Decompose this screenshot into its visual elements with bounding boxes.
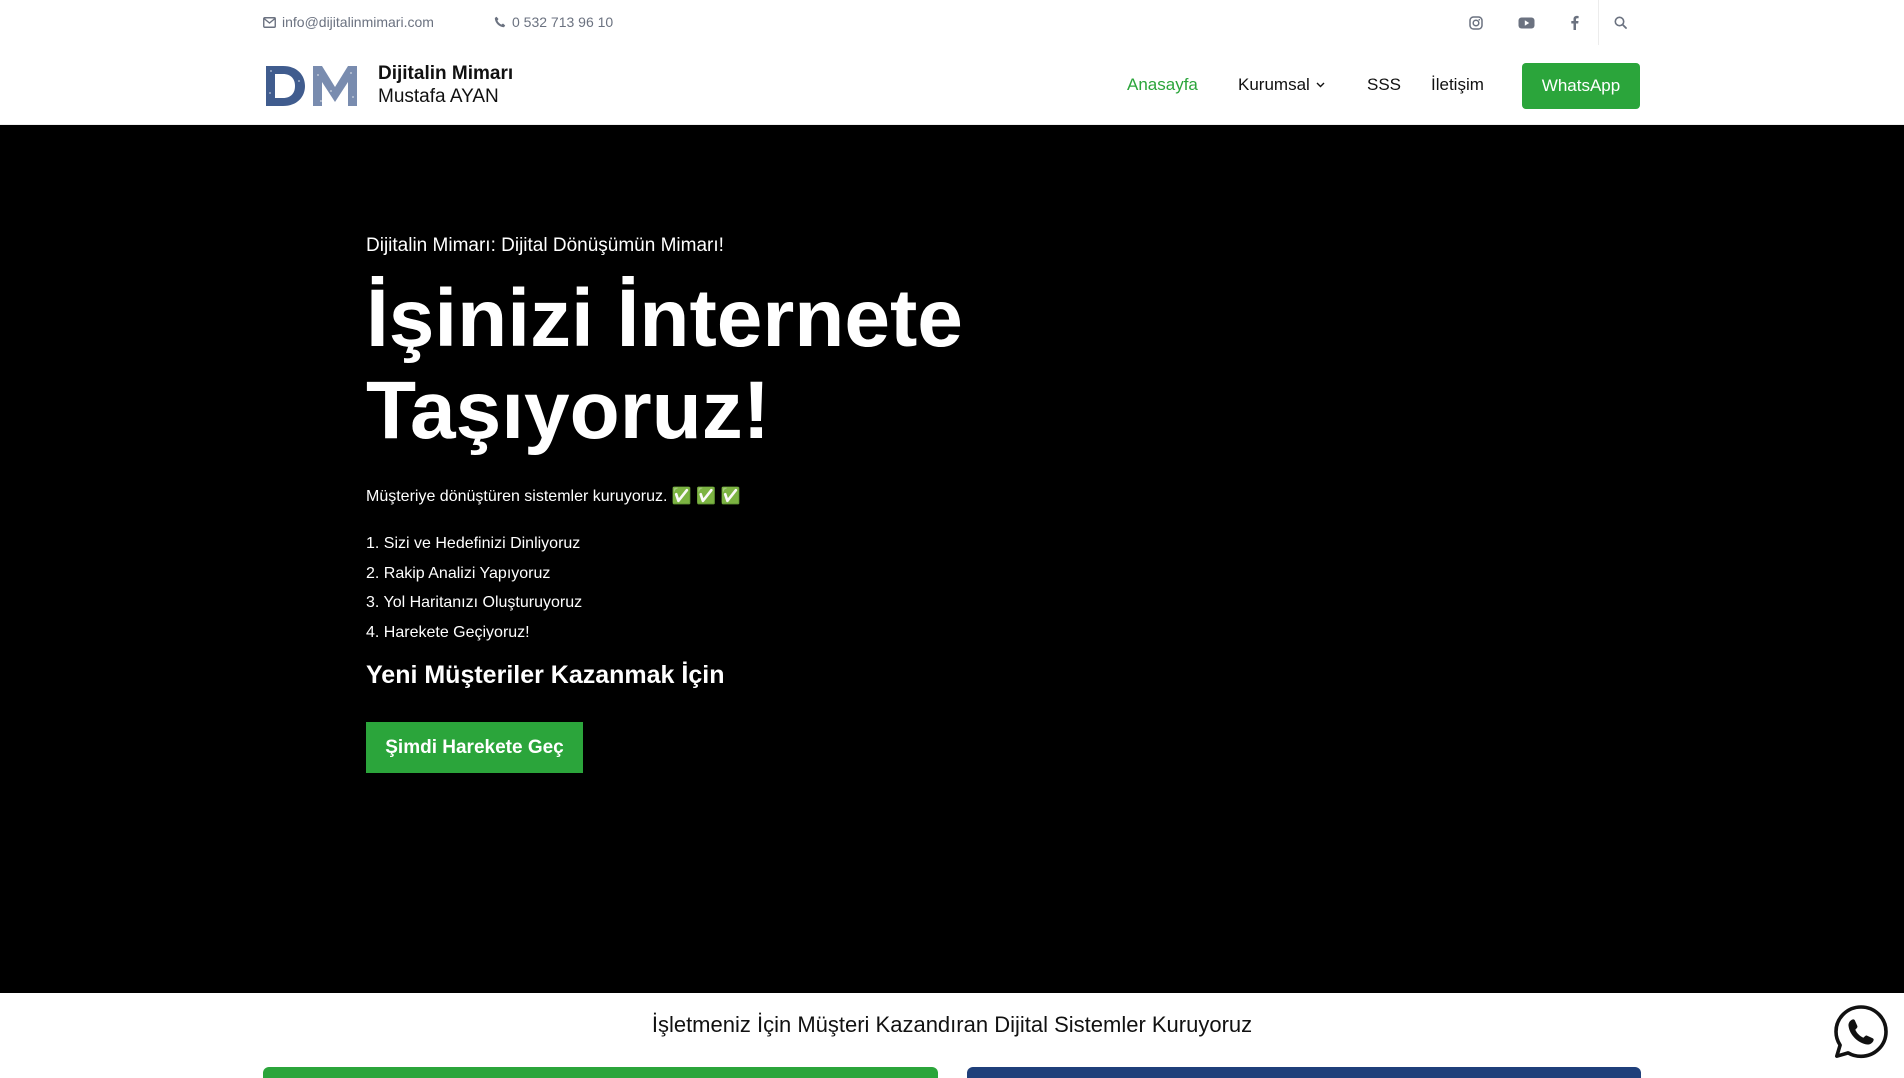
cta-button[interactable]: Şimdi Harekete Geç (366, 722, 583, 773)
list-item: 2. Rakip Analizi Yapıyoruz (366, 564, 551, 582)
hero-steps: 1. Sizi ve Hedefinizi Dinliyoruz 2. Raki… (366, 529, 582, 647)
search-button[interactable] (1600, 0, 1640, 45)
list-item: 1. Sizi ve Hedefinizi Dinliyoruz (366, 535, 581, 552)
list-item: 4. Harekete Geçiyoruz! (366, 623, 530, 641)
brand-title[interactable]: Dijitalin Mimarı (378, 63, 513, 85)
search-icon (1614, 16, 1627, 29)
nav-corporate-label: Kurumsal (1238, 75, 1310, 94)
hero-section: Dijitalin Mimarı: Dijital Dönüşümün Mima… (0, 125, 1904, 993)
hero-lead: Müşteriye dönüştüren sistemler kuruyoruz… (366, 488, 741, 505)
instagram-link[interactable] (1456, 0, 1496, 45)
top-bar: info@dijitalinmimari.com 0 532 713 96 10 (0, 0, 1904, 45)
nav-faq[interactable]: SSS (1367, 45, 1401, 125)
topbar-email[interactable]: info@dijitalinmimari.com (263, 14, 434, 30)
whatsapp-button[interactable]: WhatsApp (1522, 63, 1640, 109)
floating-whatsapp-button[interactable] (1832, 1003, 1890, 1061)
envelope-icon (263, 16, 276, 28)
whatsapp-icon (1834, 1005, 1888, 1059)
chevron-down-icon (1316, 82, 1325, 88)
email-text: info@dijitalinmimari.com (282, 14, 434, 30)
hero-headline: İşinizi İnternete Taşıyoruz! (366, 273, 963, 456)
section-title: İşletmeniz İçin Müşteri Kazandıran Dijit… (651, 1012, 1253, 1037)
nav-contact[interactable]: İletişim (1431, 45, 1484, 125)
facebook-icon (1570, 15, 1579, 30)
topbar-divider (1598, 0, 1599, 45)
nav-home[interactable]: Anasayfa (1127, 45, 1198, 125)
facebook-link[interactable] (1554, 0, 1594, 45)
services-section: İşletmeniz İçin Müşteri Kazandıran Dijit… (0, 993, 1904, 1078)
instagram-icon (1469, 15, 1483, 30)
site-header: Dijitalin Mimarı Mustafa AYAN Anasayfa K… (0, 45, 1904, 125)
service-card-green[interactable] (263, 1067, 938, 1078)
phone-text: 0 532 713 96 10 (512, 14, 614, 30)
logo[interactable] (263, 63, 363, 109)
service-card-blue[interactable] (967, 1067, 1641, 1078)
hero-sub-heading: Yeni Müşteriler Kazanmak İçin (366, 661, 725, 689)
youtube-icon (1518, 17, 1534, 28)
topbar-phone[interactable]: 0 532 713 96 10 (494, 14, 613, 30)
phone-icon (494, 16, 506, 28)
brand-subtitle[interactable]: Mustafa AYAN (378, 86, 499, 108)
nav-corporate[interactable]: Kurumsal (1238, 45, 1325, 125)
dm-logo-icon (266, 66, 357, 106)
list-item: 3. Yol Haritanızı Oluşturuyoruz (366, 594, 583, 611)
hero-kicker: Dijitalin Mimarı: Dijital Dönüşümün Mima… (366, 235, 724, 256)
youtube-link[interactable] (1506, 0, 1546, 45)
